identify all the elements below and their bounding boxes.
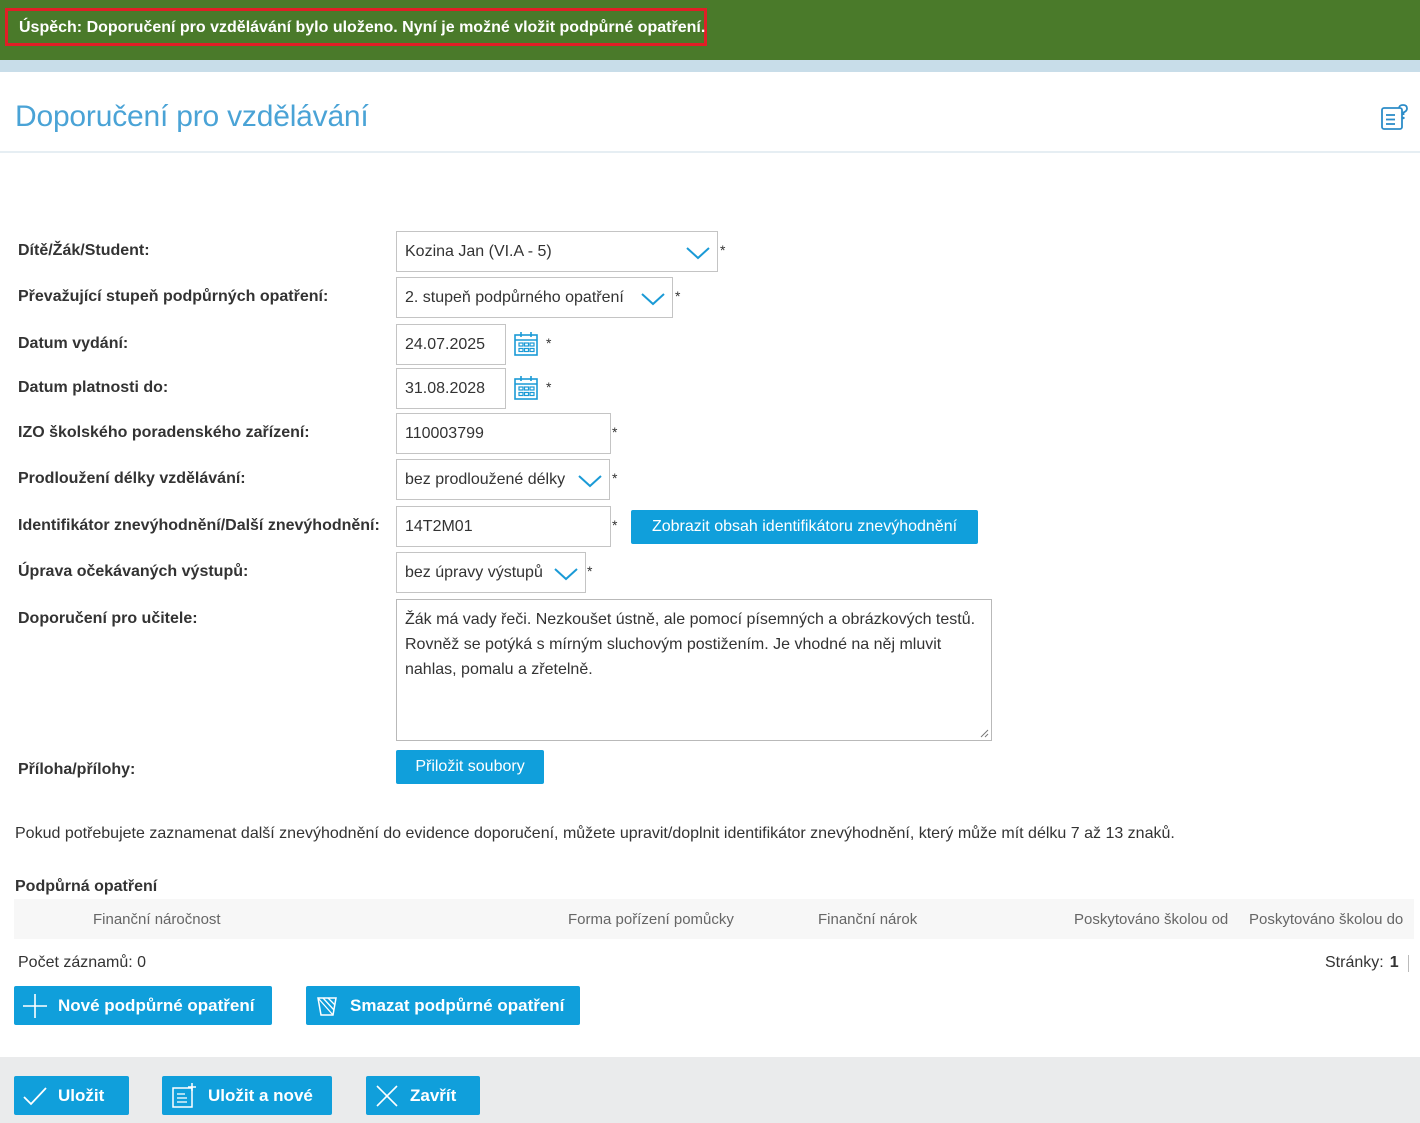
support-level-label: Převažující stupeň podpůrných opatření: bbox=[18, 288, 329, 305]
measures-title: Podpůrná opatření bbox=[15, 878, 158, 895]
new-document-icon bbox=[172, 1082, 196, 1108]
close-label: Zavřít bbox=[410, 1085, 457, 1105]
required-mark: * bbox=[546, 379, 552, 395]
column-header[interactable]: Forma pořízení pomůcky bbox=[568, 911, 734, 928]
column-header[interactable]: Poskytováno školou do bbox=[1249, 911, 1403, 928]
required-mark: * bbox=[612, 517, 618, 533]
close-button[interactable]: Zavřít bbox=[366, 1076, 480, 1115]
info-text: Pokud potřebujete zaznamenat další znevý… bbox=[15, 825, 1175, 842]
checkmark-icon bbox=[23, 1086, 47, 1105]
teacher-text: Žák má vady řeči. Nezkoušet ústně, ale p… bbox=[405, 611, 976, 678]
save-and-new-label: Uložit a nové bbox=[208, 1085, 313, 1105]
disadvantage-label: Identifikátor znevýhodnění/Další znevýho… bbox=[18, 517, 380, 534]
student-label: Dítě/Žák/Student: bbox=[18, 242, 150, 259]
chevron-down-icon bbox=[686, 247, 710, 260]
issue-date-value: 24.07.2025 bbox=[405, 335, 486, 353]
record-count: Počet záznamů: 0 bbox=[18, 954, 147, 971]
close-icon bbox=[376, 1084, 398, 1107]
disadvantage-input[interactable]: 14T2M01 bbox=[396, 506, 611, 547]
extension-value: bez prodloužené délky bbox=[405, 470, 566, 488]
outputs-label: Úprava očekávaných výstupů: bbox=[18, 563, 249, 580]
measures-table-header: Finanční náročnost Forma pořízení pomůck… bbox=[14, 899, 1414, 939]
support-level-select[interactable]: 2. stupeň podpůrného opatření bbox=[396, 277, 673, 318]
pages-label: Stránky: bbox=[1325, 954, 1384, 971]
calendar-icon[interactable] bbox=[513, 331, 539, 357]
outputs-value: bez úpravy výstupů bbox=[405, 563, 543, 581]
resize-grip-icon[interactable] bbox=[979, 728, 989, 738]
izo-input[interactable]: 110003799 bbox=[396, 413, 611, 454]
required-mark: * bbox=[675, 288, 681, 304]
banner-divider bbox=[0, 60, 1420, 72]
pagination: Stránky: 1 bbox=[1325, 954, 1399, 972]
pagination-divider bbox=[1408, 955, 1409, 972]
disadvantage-value: 14T2M01 bbox=[405, 517, 473, 535]
save-label: Uložit bbox=[58, 1085, 105, 1105]
save-button[interactable]: Uložit bbox=[14, 1076, 129, 1115]
outputs-select[interactable]: bez úpravy výstupů bbox=[396, 552, 586, 593]
extension-label: Prodloužení délky vzdělávání: bbox=[18, 470, 246, 487]
student-select-value: Kozina Jan (VI.A - 5) bbox=[405, 242, 552, 260]
valid-until-label: Datum platnosti do: bbox=[18, 379, 169, 396]
chevron-down-icon bbox=[554, 568, 578, 581]
attachments-label: Příloha/přílohy: bbox=[18, 761, 136, 778]
calendar-icon[interactable] bbox=[513, 375, 539, 401]
column-header[interactable]: Finanční nárok bbox=[818, 911, 917, 928]
required-mark: * bbox=[612, 470, 618, 486]
teacher-label: Doporučení pro učitele: bbox=[18, 610, 198, 627]
extension-select[interactable]: bez prodloužené délky bbox=[396, 459, 610, 500]
support-level-value: 2. stupeň podpůrného opatření bbox=[405, 288, 624, 306]
teacher-textarea[interactable]: Žák má vady řeči. Nezkoušet ústně, ale p… bbox=[396, 599, 992, 741]
success-banner: Úspěch: Doporučení pro vzdělávání bylo u… bbox=[0, 0, 1420, 60]
chevron-down-icon bbox=[641, 293, 665, 306]
delete-measure-button[interactable]: Smazat podpůrné opatření bbox=[306, 986, 580, 1025]
issue-date-input[interactable]: 24.07.2025 bbox=[396, 324, 506, 365]
page-title: Doporučení pro vzdělávání bbox=[15, 100, 369, 133]
success-message: Úspěch: Doporučení pro vzdělávání bylo u… bbox=[5, 8, 707, 46]
delete-measure-label: Smazat podpůrné opatření bbox=[350, 995, 565, 1015]
required-mark: * bbox=[612, 424, 618, 440]
new-measure-button[interactable]: Nové podpůrné opatření bbox=[14, 986, 272, 1025]
chevron-down-icon bbox=[578, 475, 602, 488]
required-mark: * bbox=[546, 335, 552, 351]
izo-value: 110003799 bbox=[405, 424, 484, 442]
column-header[interactable]: Finanční náročnost bbox=[93, 911, 221, 928]
valid-until-input[interactable]: 31.08.2028 bbox=[396, 368, 506, 409]
izo-label: IZO školského poradenského zařízení: bbox=[18, 424, 310, 441]
plus-icon bbox=[23, 993, 47, 1018]
title-divider bbox=[0, 151, 1420, 153]
required-mark: * bbox=[720, 242, 726, 258]
valid-until-value: 31.08.2028 bbox=[405, 379, 486, 397]
show-disadvantage-button[interactable]: Zobrazit obsah identifikátoru znevýhodně… bbox=[631, 510, 978, 544]
new-measure-label: Nové podpůrné opatření bbox=[58, 995, 255, 1015]
eraser-icon bbox=[317, 996, 337, 1016]
page-number[interactable]: 1 bbox=[1390, 954, 1399, 971]
required-mark: * bbox=[587, 563, 593, 579]
column-header[interactable]: Poskytováno školou od bbox=[1074, 911, 1228, 928]
issue-date-label: Datum vydání: bbox=[18, 335, 129, 352]
attach-files-button[interactable]: Přiložit soubory bbox=[396, 750, 544, 784]
student-select[interactable]: Kozina Jan (VI.A - 5) bbox=[396, 231, 718, 272]
help-document-icon[interactable] bbox=[1380, 104, 1410, 132]
save-and-new-button[interactable]: Uložit a nové bbox=[162, 1076, 332, 1115]
